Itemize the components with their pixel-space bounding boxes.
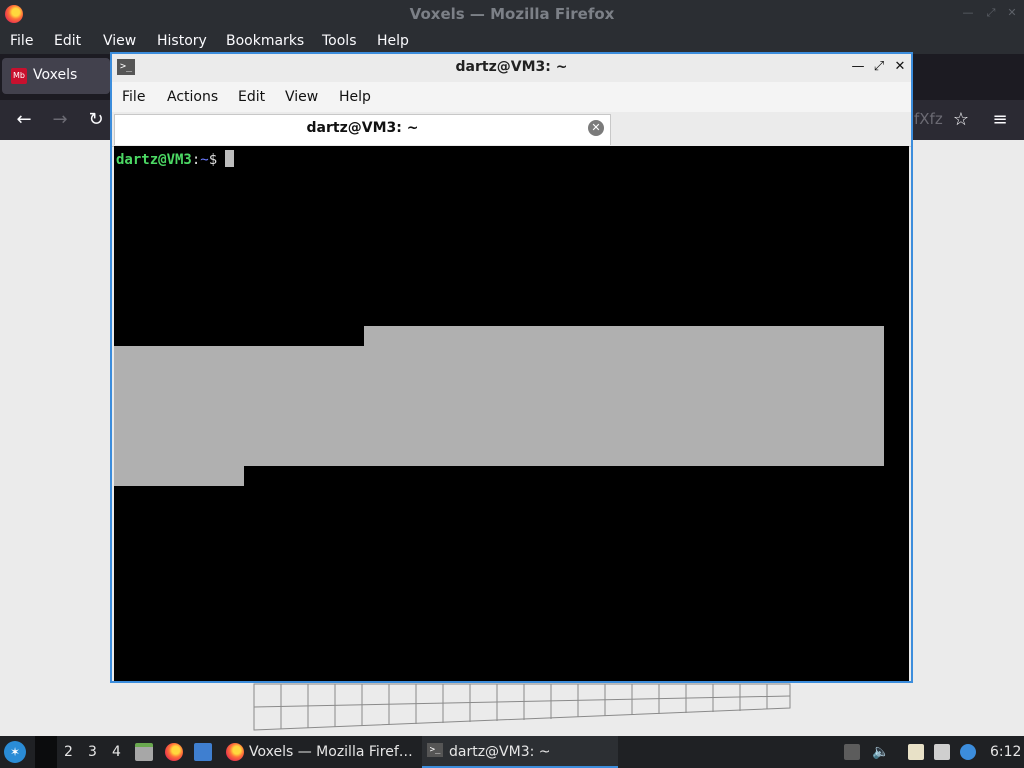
menu-history[interactable]: History — [157, 33, 207, 49]
terminal-tab-label: dartz@VM3: ~ — [306, 120, 419, 136]
update-notifier-icon[interactable] — [960, 744, 976, 760]
tab-voxels[interactable]: Mb Voxels — [2, 58, 110, 94]
firefox-window-title: Voxels — Mozilla Firefox — [409, 5, 615, 23]
term-menu-edit[interactable]: Edit — [238, 89, 265, 105]
prompt-path: ~ — [200, 152, 209, 168]
show-desktop-icon[interactable] — [194, 743, 212, 761]
taskbar-window-label: Voxels — Mozilla Firef… — [249, 744, 413, 760]
terminal-output[interactable]: dartz@VM3:~$ — [114, 146, 909, 681]
term-menu-view[interactable]: View — [285, 89, 318, 105]
workspace-3[interactable]: 3 — [88, 744, 97, 760]
text-cursor — [225, 150, 235, 167]
workspace-4[interactable]: 4 — [112, 744, 121, 760]
taskbar: ✶ 2 3 4 Voxels — Mozilla Firef… >_ dartz… — [0, 736, 1024, 768]
shell-prompt: dartz@VM3:~$ — [116, 150, 235, 168]
menu-tools[interactable]: Tools — [322, 33, 357, 49]
menu-help[interactable]: Help — [377, 33, 409, 49]
taskbar-window-terminal[interactable]: >_ dartz@VM3: ~ — [422, 736, 618, 768]
file-manager-launcher-icon[interactable] — [135, 743, 153, 761]
clipboard-icon[interactable] — [908, 744, 924, 760]
firefox-icon — [226, 743, 244, 761]
url-text[interactable]: fXfz — [914, 110, 943, 128]
menu-bookmarks[interactable]: Bookmarks — [226, 33, 304, 49]
terminal-window[interactable]: >_ dartz@VM3: ~ — ⤢ ✕ File Actions Edit … — [110, 52, 913, 683]
reload-icon[interactable]: ↻ — [84, 108, 108, 132]
maximize-icon[interactable]: ⤢ — [985, 7, 997, 19]
back-icon[interactable]: ← — [12, 108, 36, 132]
volume-icon[interactable]: 🔈 — [872, 744, 889, 760]
menu-file[interactable]: File — [10, 33, 33, 49]
clock[interactable]: 6:12 — [990, 744, 1021, 760]
firefox-titlebar: Voxels — Mozilla Firefox — ⤢ ✕ — [0, 0, 1024, 28]
taskbar-window-firefox[interactable]: Voxels — Mozilla Firef… — [222, 736, 418, 768]
forward-icon[interactable]: → — [48, 108, 72, 132]
selection-highlight — [114, 346, 884, 466]
tray-upload-icon[interactable] — [844, 744, 860, 760]
taskbar-window-label: dartz@VM3: ~ — [449, 744, 551, 760]
voxels-favicon-icon: Mb — [11, 68, 27, 84]
term-menu-file[interactable]: File — [122, 89, 145, 105]
minimize-icon[interactable]: — — [851, 60, 865, 74]
start-menu-icon[interactable]: ✶ — [4, 741, 26, 763]
terminal-menubar: File Actions Edit View Help — [112, 82, 911, 112]
tab-close-icon[interactable]: ✕ — [588, 120, 604, 136]
selection-highlight — [114, 466, 244, 486]
prompt-symbol: $ — [208, 152, 218, 168]
hamburger-menu-icon[interactable]: ≡ — [988, 108, 1012, 132]
workspace-2[interactable]: 2 — [64, 744, 73, 760]
selection-highlight — [364, 326, 884, 346]
terminal-icon: >_ — [427, 743, 443, 757]
prompt-user: dartz@VM3 — [116, 152, 192, 168]
minimize-icon[interactable]: — — [962, 7, 974, 19]
firefox-launcher-icon[interactable] — [165, 743, 183, 761]
term-menu-help[interactable]: Help — [339, 89, 371, 105]
term-menu-actions[interactable]: Actions — [167, 89, 218, 105]
menu-view[interactable]: View — [103, 33, 136, 49]
terminal-window-title: dartz@VM3: ~ — [455, 59, 568, 75]
terminal-titlebar[interactable]: >_ dartz@VM3: ~ — ⤢ ✕ — [112, 54, 911, 82]
network-icon[interactable] — [934, 744, 950, 760]
close-icon[interactable]: ✕ — [1006, 7, 1018, 19]
terminal-tabbar: dartz@VM3: ~ ✕ — [112, 112, 911, 147]
workspace-1-active[interactable] — [35, 736, 57, 768]
tab-label: Voxels — [33, 67, 78, 83]
bookmark-star-icon[interactable]: ☆ — [949, 108, 973, 132]
maximize-icon[interactable]: ⤢ — [872, 60, 886, 74]
terminal-tab[interactable]: dartz@VM3: ~ ✕ — [114, 114, 611, 145]
firefox-menubar: File Edit View History Bookmarks Tools H… — [0, 28, 1024, 54]
voxel-grid-floor — [253, 683, 791, 731]
close-icon[interactable]: ✕ — [893, 60, 907, 74]
menu-edit[interactable]: Edit — [54, 33, 81, 49]
